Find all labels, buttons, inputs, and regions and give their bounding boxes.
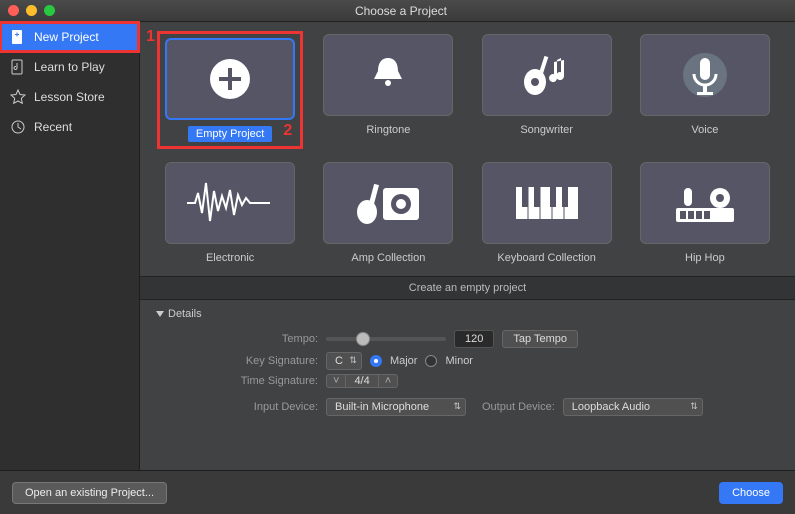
annotation-number: 2 [283,122,292,140]
major-label: Major [390,355,418,367]
key-signature-label: Key Signature: [156,355,318,367]
time-signature-label: Time Signature: [156,375,318,387]
major-radio[interactable] [370,355,382,367]
mic-icon [680,50,730,100]
sidebar-item-new-project[interactable]: New Project 1 [0,22,139,52]
template-label: Voice [683,122,726,138]
sidebar-item-learn-to-play[interactable]: Learn to Play [0,52,139,82]
star-icon [10,89,26,105]
plus-circle-icon [205,54,255,104]
template-amp-collection[interactable]: Amp Collection [318,162,458,266]
template-hip-hop[interactable]: Hip Hop [635,162,775,266]
template-songwriter[interactable]: Songwriter [477,34,617,146]
stepper-down-icon[interactable]: ˅ [327,375,345,387]
template-thumb [165,38,295,120]
titlebar: Choose a Project [0,0,795,22]
template-label: Ringtone [358,122,418,138]
template-thumb [482,34,612,116]
template-label: Hip Hop [677,250,733,266]
bell-icon [363,50,413,100]
wave-icon [185,178,275,228]
guitar-icon [517,50,577,100]
keys-icon [512,181,582,225]
template-description: Create an empty project [140,276,795,300]
slider-knob[interactable] [356,332,370,346]
tempo-slider[interactable] [326,337,446,341]
sidebar: New Project 1 Learn to Play Lesson Store… [0,22,140,470]
template-keyboard-collection[interactable]: Keyboard Collection [477,162,617,266]
template-grid: Empty Project 2 Ringtone Songwriter [140,22,795,266]
hiphop-icon [670,178,740,228]
input-device-select[interactable]: Built-in Microphone [326,398,466,416]
tempo-value[interactable]: 120 [454,330,494,348]
window-title: Choose a Project [15,4,787,18]
key-select[interactable]: C [326,352,362,370]
content: Empty Project 2 Ringtone Songwriter [140,22,795,470]
disclosure-triangle-icon [156,311,164,317]
note-doc-icon [10,59,26,75]
sidebar-item-recent[interactable]: Recent [0,112,139,142]
sidebar-item-lesson-store[interactable]: Lesson Store [0,82,139,112]
template-electronic[interactable]: Electronic [160,162,300,266]
tap-tempo-button[interactable]: Tap Tempo [502,330,578,348]
template-ringtone[interactable]: Ringtone [318,34,458,146]
time-signature-value: 4/4 [345,375,378,387]
annotation-number: 1 [146,28,155,46]
template-label: Electronic [198,250,262,266]
clock-icon [10,119,26,135]
template-thumb [323,162,453,244]
template-thumb [323,34,453,116]
sidebar-item-label: Lesson Store [34,90,105,104]
template-thumb [482,162,612,244]
output-device-select[interactable]: Loopback Audio [563,398,703,416]
template-thumb [165,162,295,244]
details-label: Details [168,308,202,320]
template-thumb [640,162,770,244]
time-signature-stepper[interactable]: ˅ 4/4 ˄ [326,374,398,388]
minor-radio[interactable] [425,355,437,367]
template-label: Keyboard Collection [489,250,603,266]
details-toggle[interactable]: Details [156,308,202,320]
open-existing-button[interactable]: Open an existing Project... [12,482,167,504]
amp-icon [353,178,423,228]
template-empty-project[interactable]: Empty Project 2 [160,34,300,146]
output-device-label: Output Device: [482,401,555,413]
tempo-label: Tempo: [156,333,318,345]
stepper-up-icon[interactable]: ˄ [379,375,397,387]
plus-doc-icon [10,29,26,45]
template-label: Empty Project [188,126,272,142]
sidebar-item-label: New Project [34,30,99,44]
sidebar-item-label: Recent [34,120,72,134]
sidebar-item-label: Learn to Play [34,60,105,74]
minor-label: Minor [445,355,473,367]
footer: Open an existing Project... Choose [0,470,795,514]
template-thumb [640,34,770,116]
template-voice[interactable]: Voice [635,34,775,146]
details-panel: Details Tempo: 120 Tap Tempo Key Signatu… [140,300,795,424]
template-label: Amp Collection [343,250,433,266]
template-label: Songwriter [512,122,581,138]
input-device-label: Input Device: [156,401,318,413]
choose-button[interactable]: Choose [719,482,783,504]
